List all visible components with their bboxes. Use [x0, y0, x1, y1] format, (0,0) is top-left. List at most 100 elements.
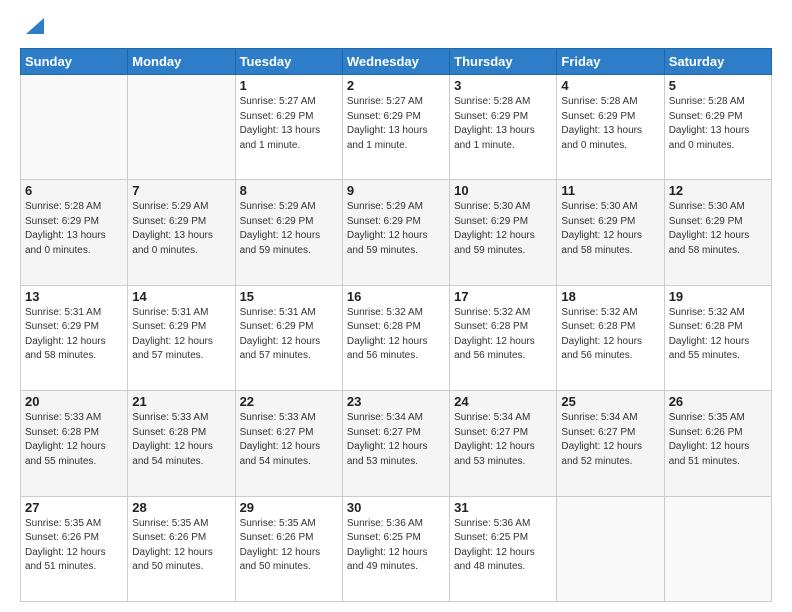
calendar-week-row: 13 Sunrise: 5:31 AM Sunset: 6:29 PM Dayli…	[21, 285, 772, 390]
day-number: 12	[669, 183, 767, 198]
day-number: 24	[454, 394, 552, 409]
calendar-cell: 22Sunrise: 5:33 AM Sunset: 6:27 PM Dayli…	[235, 391, 342, 496]
day-number: 26	[669, 394, 767, 409]
day-info: Sunrise: 5:27 AM Sunset: 6:29 PM Dayligh…	[347, 95, 445, 153]
calendar-cell: 27 Sunrise: 5:35 AM Sunset: 6:26 PM Dayli…	[21, 496, 128, 601]
calendar-cell: 26 Sunrise: 5:35 AM Sunset: 6:26 PM Dayli…	[664, 391, 771, 496]
day-info: Sunrise: 5:29 AM Sunset: 6:29 PM Dayligh…	[347, 200, 445, 258]
weekday-header: Thursday	[450, 49, 557, 75]
calendar-cell: 16 Sunrise: 5:32 AM Sunset: 6:28 PM Dayli…	[342, 285, 449, 390]
logo-icon	[22, 16, 44, 38]
calendar-cell: 6 Sunrise: 5:28 AM Sunset: 6:29 PM Daylig…	[21, 180, 128, 285]
day-info: Sunrise: 5:29 AM Sunset: 6:29 PM Dayligh…	[240, 200, 338, 258]
day-info: Sunrise: 5:36 AM Sunset: 6:25 PM Dayligh…	[347, 517, 445, 575]
day-number: 25	[561, 394, 659, 409]
day-number: 23	[347, 394, 445, 409]
calendar-cell: 23 Sunrise: 5:34 AM Sunset: 6:27 PM Dayli…	[342, 391, 449, 496]
day-number: 6	[25, 183, 123, 198]
day-number: 28	[132, 500, 230, 515]
calendar-cell: 17 Sunrise: 5:32 AM Sunset: 6:28 PM Dayli…	[450, 285, 557, 390]
day-info: Sunrise: 5:31 AM Sunset: 6:29 PM Dayligh…	[132, 306, 230, 364]
weekday-header: Wednesday	[342, 49, 449, 75]
calendar-cell: 10Sunrise: 5:30 AM Sunset: 6:29 PM Dayli…	[450, 180, 557, 285]
calendar-cell	[664, 496, 771, 601]
day-info: Sunrise: 5:28 AM Sunset: 6:29 PM Dayligh…	[669, 95, 767, 153]
day-info: Sunrise: 5:27 AM Sunset: 6:29 PM Dayligh…	[240, 95, 338, 153]
day-info: Sunrise: 5:30 AM Sunset: 6:29 PM Dayligh…	[669, 200, 767, 258]
calendar-cell: 14 Sunrise: 5:31 AM Sunset: 6:29 PM Dayli…	[128, 285, 235, 390]
calendar-cell: 1 Sunrise: 5:27 AM Sunset: 6:29 PM Daylig…	[235, 75, 342, 180]
day-info: Sunrise: 5:35 AM Sunset: 6:26 PM Dayligh…	[240, 517, 338, 575]
calendar-cell: 19Sunrise: 5:32 AM Sunset: 6:28 PM Dayli…	[664, 285, 771, 390]
calendar-cell: 8 Sunrise: 5:29 AM Sunset: 6:29 PM Daylig…	[235, 180, 342, 285]
calendar-cell: 13 Sunrise: 5:31 AM Sunset: 6:29 PM Dayli…	[21, 285, 128, 390]
logo	[20, 18, 44, 38]
weekday-header: Sunday	[21, 49, 128, 75]
day-info: Sunrise: 5:34 AM Sunset: 6:27 PM Dayligh…	[454, 411, 552, 469]
page: SundayMondayTuesdayWednesdayThursdayFrid…	[0, 0, 792, 612]
day-info: Sunrise: 5:33 AM Sunset: 6:28 PM Dayligh…	[25, 411, 123, 469]
calendar-cell: 15Sunrise: 5:31 AM Sunset: 6:29 PM Dayli…	[235, 285, 342, 390]
calendar-cell: 12 Sunrise: 5:30 AM Sunset: 6:29 PM Dayli…	[664, 180, 771, 285]
day-info: Sunrise: 5:35 AM Sunset: 6:26 PM Dayligh…	[25, 517, 123, 575]
day-number: 7	[132, 183, 230, 198]
header	[20, 18, 772, 38]
day-number: 17	[454, 289, 552, 304]
day-info: Sunrise: 5:31 AM Sunset: 6:29 PM Dayligh…	[240, 306, 338, 364]
day-number: 18	[561, 289, 659, 304]
day-number: 31	[454, 500, 552, 515]
day-info: Sunrise: 5:29 AM Sunset: 6:29 PM Dayligh…	[132, 200, 230, 258]
day-info: Sunrise: 5:36 AM Sunset: 6:25 PM Dayligh…	[454, 517, 552, 575]
day-number: 30	[347, 500, 445, 515]
calendar-cell: 2 Sunrise: 5:27 AM Sunset: 6:29 PM Daylig…	[342, 75, 449, 180]
calendar-cell: 20 Sunrise: 5:33 AM Sunset: 6:28 PM Dayli…	[21, 391, 128, 496]
day-info: Sunrise: 5:35 AM Sunset: 6:26 PM Dayligh…	[669, 411, 767, 469]
calendar-cell: 29Sunrise: 5:35 AM Sunset: 6:26 PM Dayli…	[235, 496, 342, 601]
calendar-cell: 4 Sunrise: 5:28 AM Sunset: 6:29 PM Daylig…	[557, 75, 664, 180]
calendar-week-row: 6 Sunrise: 5:28 AM Sunset: 6:29 PM Daylig…	[21, 180, 772, 285]
weekday-header: Friday	[557, 49, 664, 75]
day-number: 2	[347, 78, 445, 93]
day-info: Sunrise: 5:32 AM Sunset: 6:28 PM Dayligh…	[454, 306, 552, 364]
day-info: Sunrise: 5:33 AM Sunset: 6:27 PM Dayligh…	[240, 411, 338, 469]
day-number: 27	[25, 500, 123, 515]
calendar-cell	[557, 496, 664, 601]
calendar-header-row: SundayMondayTuesdayWednesdayThursdayFrid…	[21, 49, 772, 75]
calendar-cell: 25 Sunrise: 5:34 AM Sunset: 6:27 PM Dayli…	[557, 391, 664, 496]
day-info: Sunrise: 5:34 AM Sunset: 6:27 PM Dayligh…	[561, 411, 659, 469]
day-number: 19	[669, 289, 767, 304]
weekday-header: Monday	[128, 49, 235, 75]
calendar-cell	[21, 75, 128, 180]
calendar-week-row: 20 Sunrise: 5:33 AM Sunset: 6:28 PM Dayli…	[21, 391, 772, 496]
weekday-header: Tuesday	[235, 49, 342, 75]
calendar-cell: 7 Sunrise: 5:29 AM Sunset: 6:29 PM Daylig…	[128, 180, 235, 285]
day-info: Sunrise: 5:32 AM Sunset: 6:28 PM Dayligh…	[561, 306, 659, 364]
day-info: Sunrise: 5:35 AM Sunset: 6:26 PM Dayligh…	[132, 517, 230, 575]
calendar-cell: 5Sunrise: 5:28 AM Sunset: 6:29 PM Daylig…	[664, 75, 771, 180]
day-number: 14	[132, 289, 230, 304]
day-info: Sunrise: 5:33 AM Sunset: 6:28 PM Dayligh…	[132, 411, 230, 469]
day-info: Sunrise: 5:28 AM Sunset: 6:29 PM Dayligh…	[454, 95, 552, 153]
day-number: 20	[25, 394, 123, 409]
calendar-body: 1 Sunrise: 5:27 AM Sunset: 6:29 PM Daylig…	[21, 75, 772, 602]
day-number: 4	[561, 78, 659, 93]
day-info: Sunrise: 5:30 AM Sunset: 6:29 PM Dayligh…	[561, 200, 659, 258]
day-number: 1	[240, 78, 338, 93]
calendar-week-row: 27 Sunrise: 5:35 AM Sunset: 6:26 PM Dayli…	[21, 496, 772, 601]
day-info: Sunrise: 5:28 AM Sunset: 6:29 PM Dayligh…	[25, 200, 123, 258]
day-number: 13	[25, 289, 123, 304]
day-number: 8	[240, 183, 338, 198]
day-info: Sunrise: 5:28 AM Sunset: 6:29 PM Dayligh…	[561, 95, 659, 153]
day-info: Sunrise: 5:32 AM Sunset: 6:28 PM Dayligh…	[347, 306, 445, 364]
day-number: 9	[347, 183, 445, 198]
day-number: 16	[347, 289, 445, 304]
weekday-header: Saturday	[664, 49, 771, 75]
day-info: Sunrise: 5:31 AM Sunset: 6:29 PM Dayligh…	[25, 306, 123, 364]
day-number: 11	[561, 183, 659, 198]
day-info: Sunrise: 5:34 AM Sunset: 6:27 PM Dayligh…	[347, 411, 445, 469]
calendar-cell: 30 Sunrise: 5:36 AM Sunset: 6:25 PM Dayli…	[342, 496, 449, 601]
calendar-week-row: 1 Sunrise: 5:27 AM Sunset: 6:29 PM Daylig…	[21, 75, 772, 180]
calendar-cell: 3Sunrise: 5:28 AM Sunset: 6:29 PM Daylig…	[450, 75, 557, 180]
calendar-cell: 11 Sunrise: 5:30 AM Sunset: 6:29 PM Dayli…	[557, 180, 664, 285]
calendar-cell	[128, 75, 235, 180]
